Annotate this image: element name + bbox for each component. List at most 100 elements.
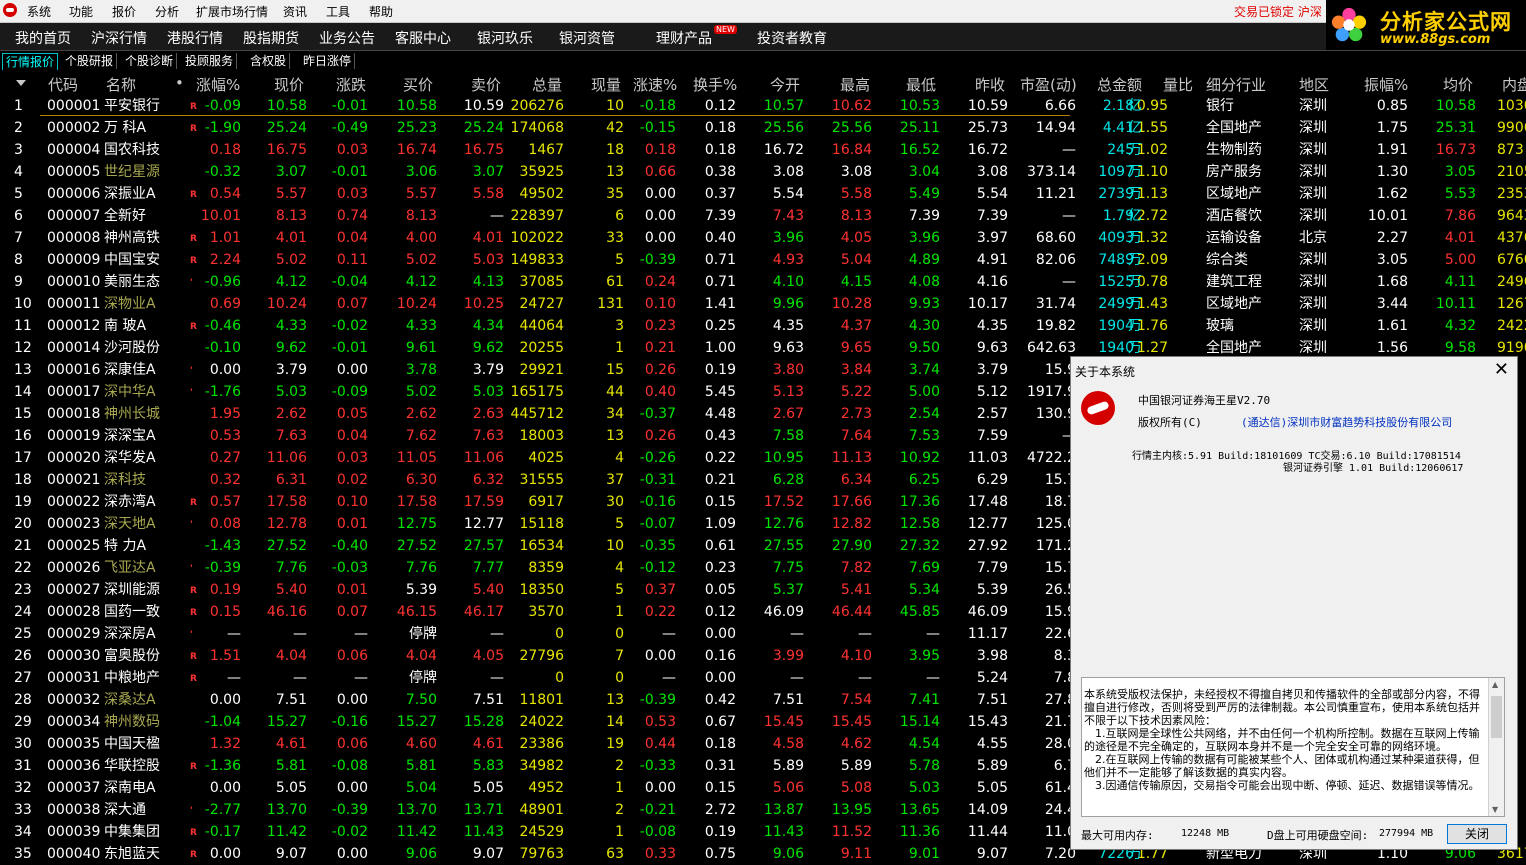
- cell-price: 4.04: [275, 648, 307, 664]
- cell-chg: 1.32: [209, 736, 241, 752]
- tab-yesterday-limit-up[interactable]: 昨日涨停: [300, 53, 356, 69]
- cell-ind: 全国地产: [1206, 340, 1262, 356]
- cell-cur: 1: [615, 824, 624, 840]
- cell-prev: 5.05: [976, 780, 1008, 796]
- col-ask[interactable]: 卖价: [471, 74, 501, 95]
- nav-sh-sz-quotes[interactable]: 沪深行情: [91, 28, 147, 48]
- table-row[interactable]: 3 000004 国农科技 0.18 16.75 0.03 16.74 16.75 1467 18…: [0, 139, 1526, 161]
- scroll-up-icon[interactable]: ▲: [1492, 680, 1498, 689]
- nav-asset-management[interactable]: 银河资管: [559, 28, 615, 48]
- table-row[interactable]: 10 000011 深物业A 0.69 10.24 0.07 10.24 10.25 24727…: [0, 293, 1526, 315]
- cell-open: 3.08: [772, 164, 804, 180]
- company-name[interactable]: (通达信)深圳市财富趋势科技股份有限公司: [1241, 414, 1452, 430]
- col-pe[interactable]: 市盈(动): [1020, 74, 1077, 95]
- col-speed[interactable]: 涨速%: [633, 74, 677, 95]
- menu-item-tools[interactable]: 工具: [326, 3, 350, 20]
- nav-index-futures[interactable]: 股指期货: [243, 28, 299, 48]
- cell-prev: 11.44: [967, 824, 1008, 840]
- menu-item-system[interactable]: 系统: [27, 3, 51, 20]
- table-row[interactable]: 7 000008 神州高铁 1.01 4.01 0.04 4.00 4.01 102022 33 0…: [0, 227, 1526, 249]
- table-row[interactable]: 9 000010 美丽生态 -0.96 4.12 -0.04 4.12 4.13 37085 61…: [0, 271, 1526, 293]
- tab-quotes[interactable]: 行情报价: [2, 53, 59, 70]
- cell-vol: 228397: [510, 208, 564, 224]
- col-current-vol[interactable]: 现量: [591, 74, 621, 95]
- tab-rights-stock[interactable]: 含权股: [247, 53, 291, 69]
- table-row[interactable]: 8 000009 中国宝安 2.24 5.02 0.11 5.02 5.03 149833 5 -0…: [0, 249, 1526, 271]
- cell-turn: 7.39: [704, 208, 736, 224]
- col-high[interactable]: 最高: [840, 74, 870, 95]
- cell-bid: 16.74: [396, 142, 437, 158]
- tab-stock-diagnosis[interactable]: 个股诊断: [122, 53, 178, 69]
- col-prev-close[interactable]: 昨收: [975, 74, 1005, 95]
- col-industry[interactable]: 细分行业: [1206, 74, 1266, 95]
- col-region[interactable]: 地区: [1299, 74, 1329, 95]
- cell-high: 9.65: [840, 340, 872, 356]
- col-marker[interactable]: •: [175, 74, 184, 92]
- tab-stock-research[interactable]: 个股研报: [62, 53, 118, 69]
- cell-ind: 区域地产: [1206, 296, 1262, 312]
- cell-reg: 深圳: [1299, 318, 1327, 334]
- table-row[interactable]: 4 000005 世纪星源 -0.32 3.07 -0.01 3.06 3.07 35925 13…: [0, 161, 1526, 183]
- margin-trading-marker: R: [190, 322, 197, 332]
- menu-item-extended-market[interactable]: 扩展市场行情: [196, 3, 268, 20]
- cell-low: 5.03: [908, 780, 940, 796]
- nav-yinhe-jiule[interactable]: 银河玖乐: [477, 28, 533, 48]
- col-avg-price[interactable]: 均价: [1443, 74, 1473, 95]
- cell-spd: -0.26: [639, 450, 676, 466]
- table-row[interactable]: 5 000006 深振业A 0.54 5.57 0.03 5.57 5.58 49502 35 0.…: [0, 183, 1526, 205]
- col-name[interactable]: 名称: [106, 74, 136, 95]
- cell-high: 17.66: [831, 494, 872, 510]
- col-code[interactable]: 代码: [48, 74, 78, 95]
- cell-amp: 3.44: [1376, 296, 1408, 312]
- menu-item-help[interactable]: 帮助: [369, 3, 393, 20]
- copyright-notice-box[interactable]: 本系统受版权法保护，未经授权不得擅自拷贝和传播软件的全部或部分内容，不得擅自进行…: [1081, 677, 1505, 817]
- cell-n: 2: [14, 120, 23, 136]
- notice-scrollbar[interactable]: ▲ ▼: [1488, 678, 1504, 816]
- trade-lock-status[interactable]: 交易已锁定 沪深: [1234, 3, 1322, 20]
- nav-wealth-products[interactable]: 理财产品: [656, 28, 712, 48]
- col-amplitude[interactable]: 振幅%: [1364, 74, 1408, 95]
- close-icon[interactable]: ✕: [1494, 359, 1509, 380]
- close-button[interactable]: 关闭: [1447, 824, 1507, 844]
- nav-hk-quotes[interactable]: 港股行情: [167, 28, 223, 48]
- col-volume-ratio[interactable]: 量比: [1163, 74, 1193, 95]
- col-inner[interactable]: 内盘: [1502, 74, 1526, 95]
- table-row[interactable]: 1 000001 平安银行 -0.09 10.58 -0.01 10.58 10.59 2062…: [0, 95, 1526, 117]
- cell-dif: 0.01: [336, 516, 368, 532]
- col-amount[interactable]: 总金额: [1097, 74, 1142, 95]
- cell-dif: -0.02: [331, 318, 368, 334]
- table-row[interactable]: 2 000002 万 科A -1.90 25.24 -0.49 25.23 25.24 1740…: [0, 117, 1526, 139]
- scroll-thumb[interactable]: [1491, 696, 1502, 738]
- scroll-down-icon[interactable]: ▼: [1492, 805, 1498, 814]
- menu-item-function[interactable]: 功能: [69, 3, 93, 20]
- menu-item-news[interactable]: 资讯: [283, 3, 307, 20]
- col-change-pct[interactable]: 涨幅%: [196, 74, 240, 95]
- nav-announcements[interactable]: 业务公告: [319, 28, 375, 48]
- nav-service-center[interactable]: 客服中心: [395, 28, 451, 48]
- col-volume[interactable]: 总量: [532, 74, 562, 95]
- cell-spd: 0.26: [644, 428, 676, 444]
- copyright-notice-text: 本系统受版权法保护，未经授权不得擅自拷贝和传播软件的全部或部分内容，不得擅自进行…: [1084, 688, 1480, 792]
- cell-n: 35: [14, 846, 32, 862]
- menu-item-analysis[interactable]: 分析: [155, 3, 179, 20]
- col-turnover[interactable]: 换手%: [693, 74, 737, 95]
- col-change[interactable]: 涨跌: [336, 74, 366, 95]
- cell-high: 9.11: [840, 846, 872, 862]
- cell-low: 9.50: [908, 340, 940, 356]
- col-low[interactable]: 最低: [906, 74, 936, 95]
- col-open[interactable]: 今开: [770, 74, 800, 95]
- col-bid[interactable]: 买价: [403, 74, 433, 95]
- table-row[interactable]: 11 000012 南 玻A -0.46 4.33 -0.02 4.33 4.34 44064 3…: [0, 315, 1526, 337]
- menu-item-quote[interactable]: 报价: [112, 3, 136, 20]
- nav-investor-education[interactable]: 投资者教育: [757, 28, 827, 48]
- cell-bid: 4.12: [405, 274, 437, 290]
- col-price[interactable]: 现价: [274, 74, 304, 95]
- tab-advisor-service[interactable]: 投顾服务: [182, 53, 238, 69]
- cell-chg: 0.53: [209, 428, 241, 444]
- cell-code: 000016: [47, 362, 101, 378]
- table-row[interactable]: 6 000007 全新好 10.01 8.13 0.74 8.13—228397 6 0.00 7…: [0, 205, 1526, 227]
- cell-prev: 5.24: [976, 670, 1008, 686]
- sort-dropdown-icon[interactable]: [16, 80, 26, 86]
- cell-bid: 4.04: [405, 648, 437, 664]
- nav-home[interactable]: 我的首页: [15, 28, 71, 48]
